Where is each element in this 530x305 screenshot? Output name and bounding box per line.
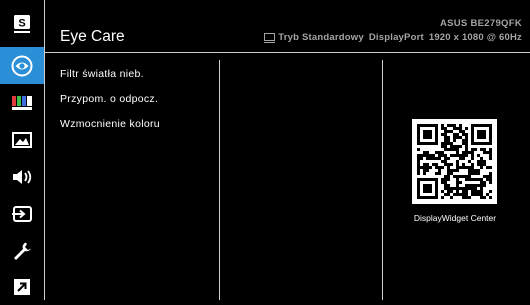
qr-caption: DisplayWidget Center (413, 213, 497, 223)
input-label: DisplayPort (368, 32, 424, 43)
menu-item-rest-reminder[interactable]: Przypom. o odpocz. (60, 93, 158, 105)
wrench-icon (14, 242, 31, 260)
column-divider-2 (382, 60, 383, 300)
sidebar-item-color[interactable] (0, 84, 44, 121)
sidebar-divider (44, 0, 45, 300)
resolution-label: 1920 x 1080 @ 60Hz (428, 32, 522, 43)
qr-code (412, 119, 497, 204)
sidebar-item-image[interactable] (0, 121, 44, 158)
image-icon (12, 131, 32, 148)
menu-item-color-augmentation[interactable]: Wzmocnienie koloru (60, 118, 160, 130)
sound-icon (13, 169, 32, 184)
qr-code-image (417, 124, 492, 199)
page-title: Eye Care (60, 28, 125, 45)
splendid-icon: S (14, 14, 30, 33)
mode-label: Tryb Standardowy (278, 32, 364, 43)
sidebar-item-input-select[interactable] (0, 195, 44, 232)
model-name: ASUS BE279QFK (439, 18, 522, 29)
header-divider (44, 52, 530, 53)
sidebar-item-sound[interactable] (0, 158, 44, 195)
input-select-icon (12, 205, 32, 222)
main-menu-sidebar: S (0, 0, 44, 300)
sidebar-item-eye-care[interactable] (0, 47, 44, 84)
column-divider-1 (219, 60, 220, 300)
status-line: Tryb Standardowy DisplayPort 1920 x 1080… (264, 32, 522, 43)
osd-menu: S Eye Care ASUS BE279QFK Tryb Standardow… (0, 0, 530, 300)
eye-care-icon (11, 55, 33, 76)
sidebar-item-splendid[interactable]: S (0, 5, 44, 42)
sidebar-item-shortcut[interactable] (0, 268, 44, 305)
sidebar-item-system-setup[interactable] (0, 232, 44, 269)
monitor-icon (264, 32, 276, 43)
menu-item-blue-light-filter[interactable]: Filtr światła nieb. (60, 68, 144, 80)
svg-text:S: S (18, 17, 25, 29)
color-icon (12, 95, 32, 110)
shortcut-icon (14, 278, 30, 295)
